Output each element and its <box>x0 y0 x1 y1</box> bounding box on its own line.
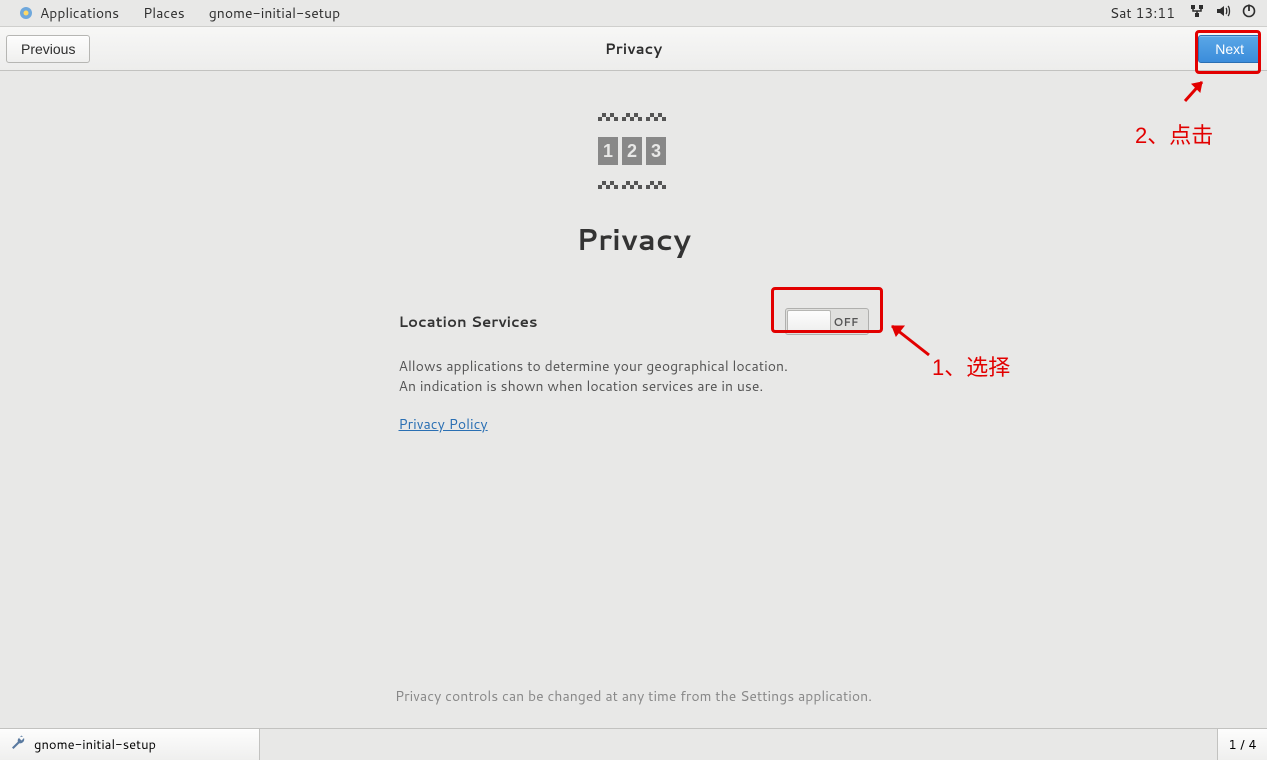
system-tray <box>1189 3 1261 24</box>
privacy-policy-link[interactable]: Privacy Policy <box>399 414 488 434</box>
applications-menu-label: Applications <box>40 3 119 23</box>
svg-text:1: 1 <box>602 141 612 161</box>
svg-text:3: 3 <box>650 141 660 161</box>
places-menu[interactable]: Places <box>131 0 197 27</box>
panel-clock[interactable]: Sat 13:11 <box>1096 3 1189 23</box>
location-services-toggle[interactable]: OFF <box>785 308 869 335</box>
previous-button[interactable]: Previous <box>6 35 90 63</box>
next-button[interactable]: Next <box>1198 35 1261 63</box>
toggle-knob <box>787 310 831 333</box>
bottom-taskbar: gnome-initial-setup 1 / 4 <box>0 728 1267 760</box>
header-bar: Previous Privacy Next <box>0 27 1267 71</box>
top-panel: Applications Places gnome-initial-setup … <box>0 0 1267 27</box>
workspace-indicator[interactable]: 1 / 4 <box>1217 729 1267 760</box>
taskbar-window-button[interactable]: gnome-initial-setup <box>0 729 260 760</box>
header-title: Privacy <box>0 38 1267 59</box>
location-services-description: Allows applications to determine your ge… <box>399 357 809 396</box>
toggle-state-text: OFF <box>833 309 858 336</box>
location-services-row: Location Services OFF <box>399 308 869 335</box>
svg-text:2: 2 <box>626 141 636 161</box>
location-services-label: Location Services <box>399 311 538 332</box>
privacy-footnote: Privacy controls can be changed at any t… <box>0 686 1267 706</box>
volume-icon[interactable] <box>1215 3 1231 24</box>
power-icon[interactable] <box>1241 3 1257 24</box>
page-heading: Privacy <box>399 217 869 260</box>
wrench-icon <box>10 734 26 755</box>
active-app-menu[interactable]: gnome-initial-setup <box>197 0 352 27</box>
content-area: 1 2 3 Privacy Location Services OFF Allo… <box>0 71 1267 728</box>
taskbar-window-label: gnome-initial-setup <box>34 736 156 754</box>
applications-menu[interactable]: Applications <box>6 0 131 27</box>
network-icon[interactable] <box>1189 3 1205 24</box>
privacy-logo-icon: 1 2 3 <box>594 111 674 191</box>
distro-logo-icon <box>18 3 34 19</box>
